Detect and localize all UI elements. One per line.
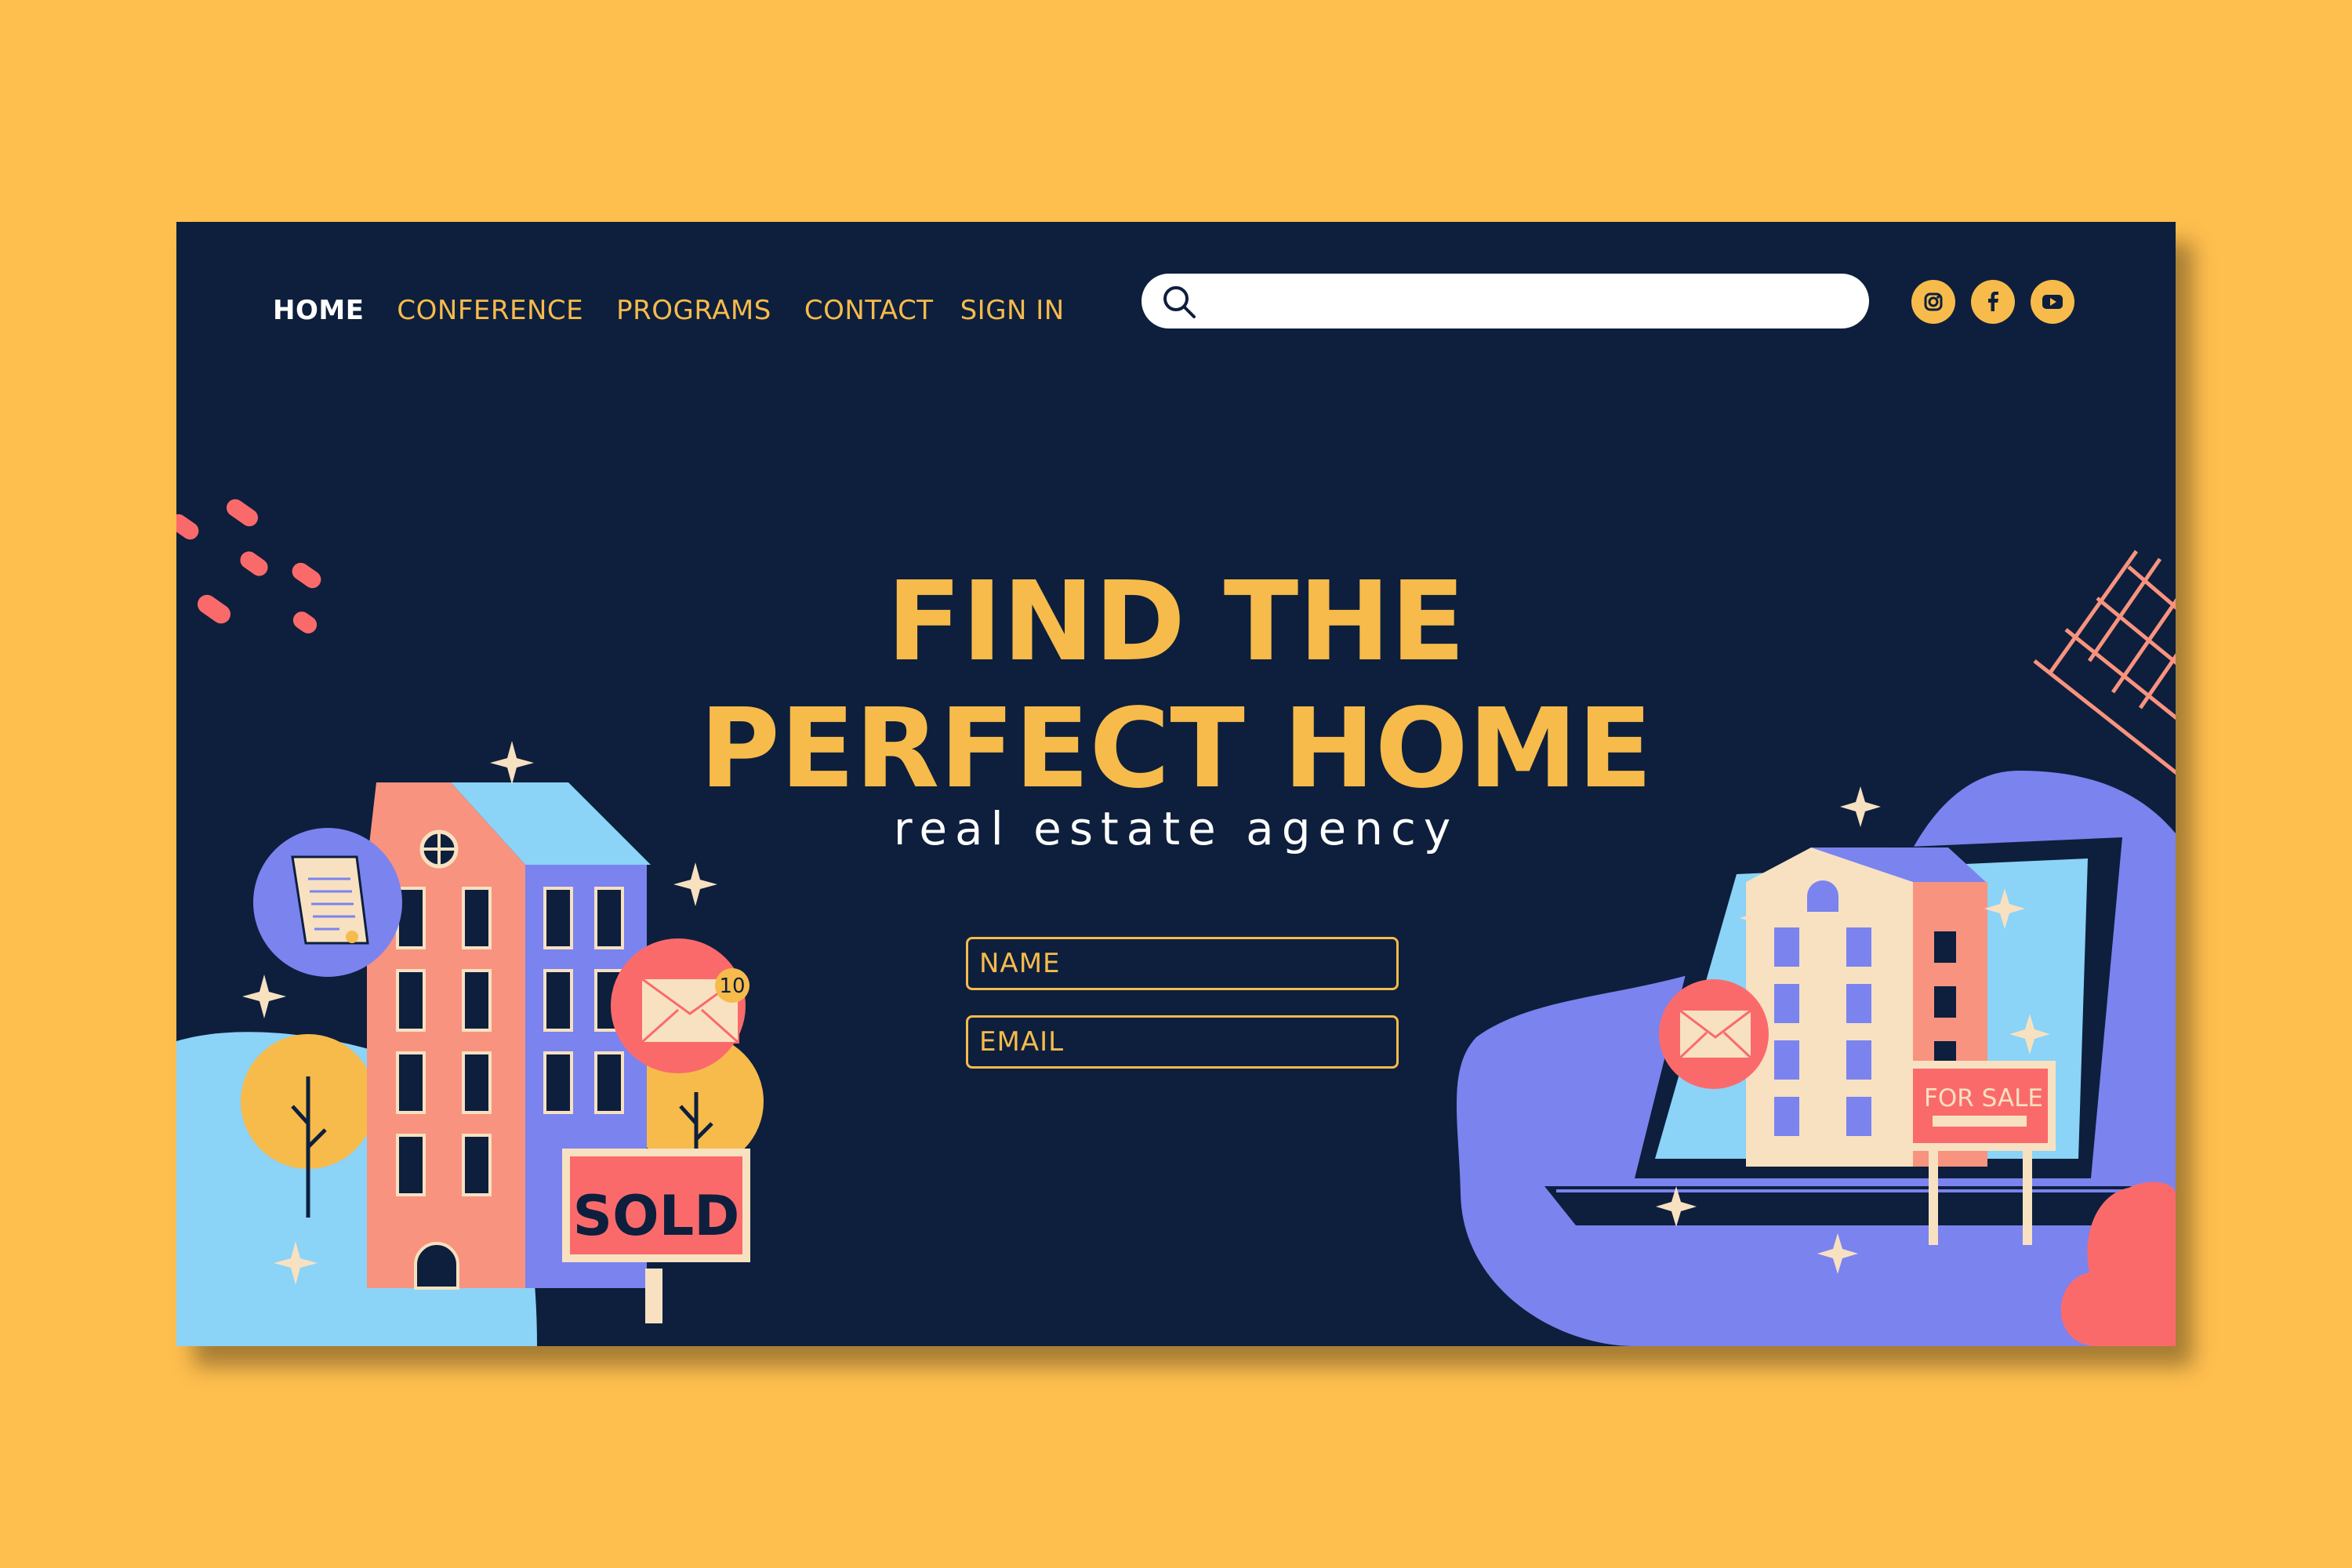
apartment-building-right [1746, 848, 1987, 1167]
hero-title-line-1: FIND THE [886, 558, 1466, 686]
facebook-button[interactable] [1971, 280, 2015, 324]
nav-item-conference[interactable]: CONFERENCE [397, 295, 583, 326]
nav-item-programs[interactable]: PROGRAMS [616, 295, 771, 326]
mail-bubble-left [611, 938, 750, 1073]
coral-blob [2060, 1181, 2176, 1346]
search-icon [1163, 286, 1196, 318]
right-tree [629, 1034, 764, 1169]
building-windows [396, 887, 624, 1196]
for-sale-sign [1905, 1061, 2056, 1245]
instagram-button[interactable] [1911, 280, 1955, 324]
nav-item-contact[interactable]: CONTACT [804, 295, 934, 326]
facebook-icon [1988, 292, 1998, 311]
nav-item-home[interactable]: HOME [273, 295, 364, 326]
main-nav: HOME CONFERENCE PROGRAMS CONTACT SIGN IN [273, 283, 1098, 338]
sparkles-right [1656, 786, 2050, 1274]
email-input[interactable] [968, 1018, 1396, 1066]
left-tree [241, 1034, 376, 1218]
name-field[interactable] [966, 937, 1399, 990]
for-sale-sign-label: FOR SALE [1924, 1084, 2043, 1112]
left-ground-blob [176, 1032, 537, 1346]
sold-sign [562, 1149, 750, 1323]
mail-bubble-right [1659, 979, 1769, 1089]
right-ground-blob [1456, 771, 2176, 1346]
name-input[interactable] [968, 939, 1396, 988]
instagram-icon [1924, 292, 1943, 311]
hero-subtitle: real estate agency [893, 802, 1459, 855]
laptop [1544, 837, 2168, 1225]
search-bar[interactable] [1142, 274, 1869, 328]
building-right-windows [1774, 927, 1956, 1136]
apartment-building-left [367, 782, 651, 1290]
sold-sign-label: SOLD [573, 1184, 740, 1248]
mail-count-badge: 10 [719, 975, 745, 998]
email-field[interactable] [966, 1015, 1399, 1069]
search-input[interactable] [1212, 281, 1850, 322]
nav-item-sign-in[interactable]: SIGN IN [960, 295, 1065, 326]
youtube-icon [2042, 295, 2063, 309]
landing-page: SOLD FOR SALE 10 HOME CONFERENCE PROGRAM… [176, 222, 2176, 1346]
youtube-button[interactable] [2031, 280, 2074, 324]
hero-title-line-2: PERFECT HOME [699, 685, 1653, 813]
hero-title: FIND THE PERFECT HOME [176, 559, 2176, 813]
